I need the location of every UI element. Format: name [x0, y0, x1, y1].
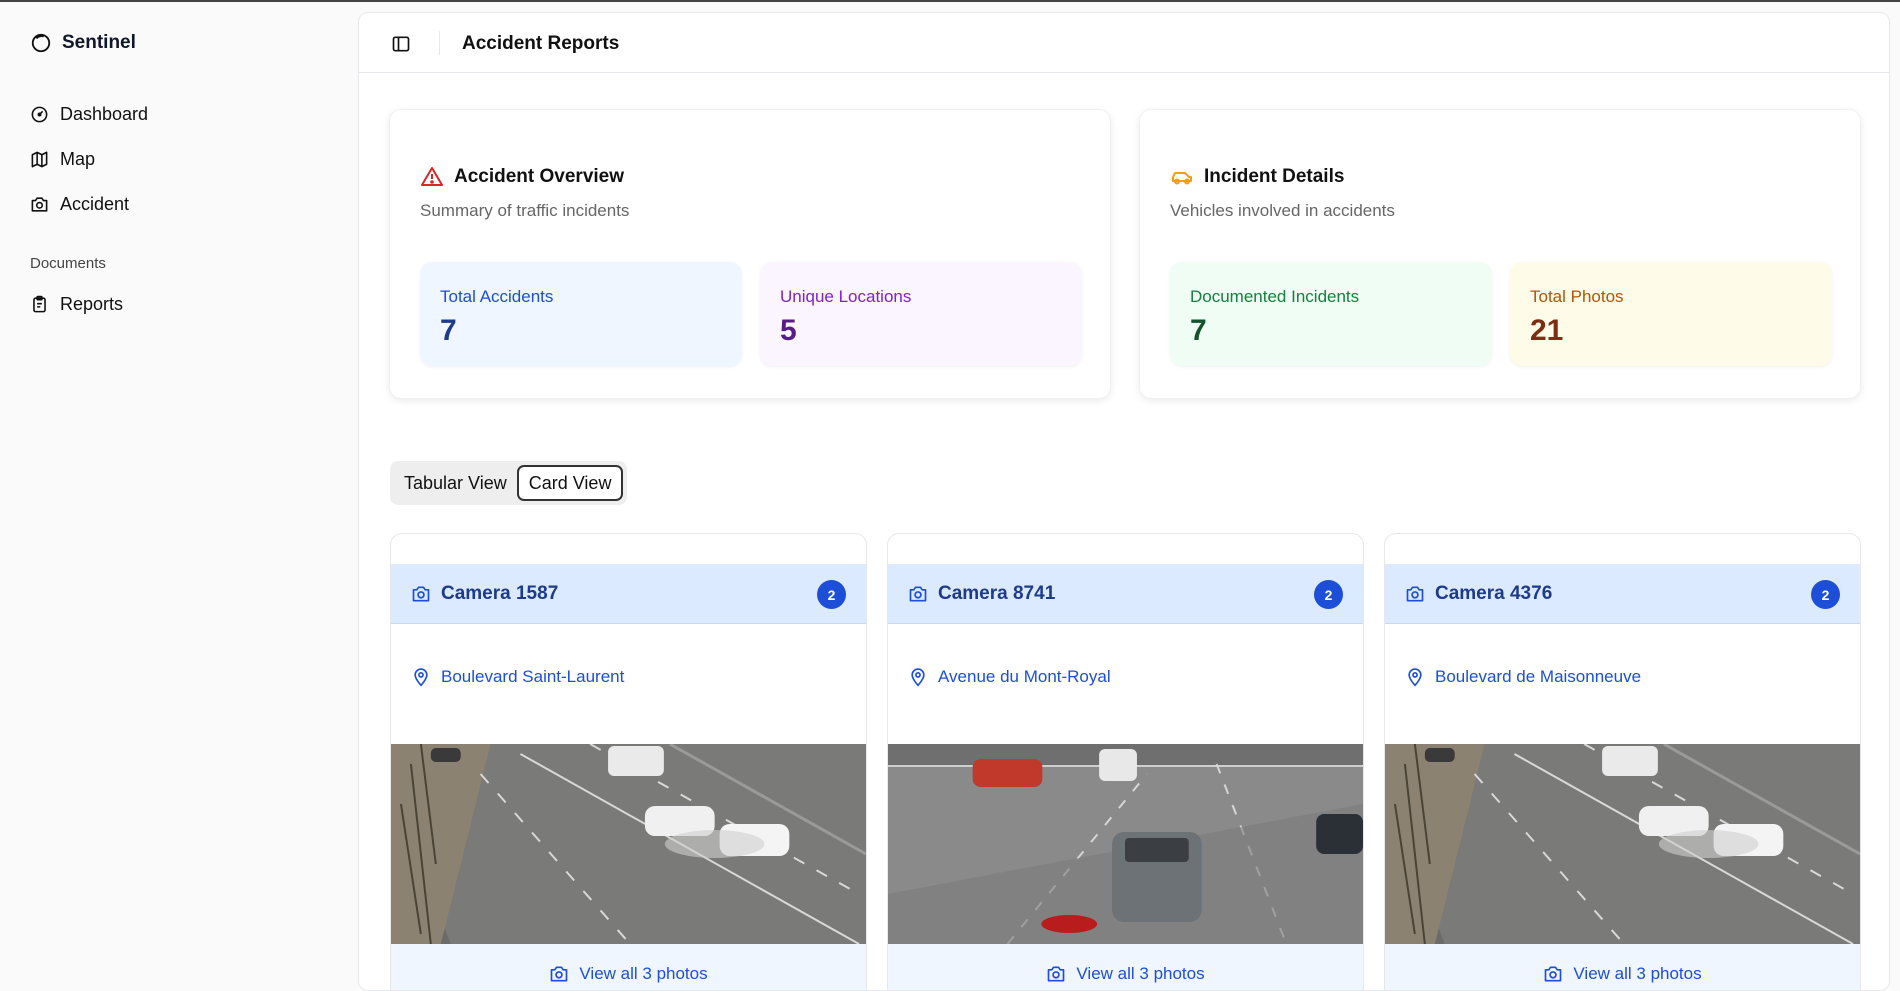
tile-label: Unique Locations: [780, 287, 912, 306]
page-header: Accident Reports: [359, 13, 1889, 73]
documents-section-label: Documents: [30, 255, 106, 272]
view-all-photos-text: View all 3 photos: [1573, 964, 1702, 983]
map-pin-icon: [1408, 668, 1422, 687]
sidebar-item-map[interactable]: Map: [30, 137, 148, 182]
accident-overview-card: Accident Overview Summary of traffic inc…: [389, 109, 1111, 399]
view-all-photos-text: View all 3 photos: [579, 964, 708, 983]
accident-overview-subtitle: Summary of traffic incidents: [420, 201, 630, 220]
camera-icon: [1406, 586, 1424, 602]
incident-details-card: Incident Details Vehicles involved in ac…: [1139, 109, 1861, 399]
camera-location: Boulevard Saint-Laurent: [411, 667, 624, 687]
camera-card[interactable]: Camera 8741 2 Avenue du Mont-Royal View …: [887, 533, 1364, 990]
documents-nav: Reports: [30, 282, 123, 327]
sidebar-item-label: Reports: [60, 294, 124, 314]
tile-value: 7: [1190, 314, 1207, 347]
car-icon: [1172, 172, 1192, 185]
incident-count-badge: 2: [1811, 580, 1840, 609]
accident-photo[interactable]: [1385, 744, 1860, 944]
camera-icon: [1048, 966, 1065, 982]
camera-icon: [412, 586, 430, 602]
view-all-photos-text: View all 3 photos: [1076, 964, 1205, 983]
camera-icon: [551, 966, 568, 982]
total-photos-tile: Total Photos 21: [1510, 262, 1832, 366]
sidebar-toggle-icon[interactable]: [391, 34, 411, 54]
sidebar-item-dashboard[interactable]: Dashboard: [30, 92, 148, 137]
card-title-text: Incident Details: [1204, 166, 1345, 187]
documented-incidents-tile: Documented Incidents 7: [1170, 262, 1492, 366]
incident-details-subtitle: Vehicles involved in accidents: [1170, 201, 1395, 220]
clipboard-icon: [33, 295, 46, 313]
sidebar-item-reports[interactable]: Reports: [30, 282, 123, 327]
tile-value: 5: [780, 314, 797, 347]
view-all-photos-link[interactable]: View all 3 photos: [391, 944, 866, 990]
tile-label: Documented Incidents: [1190, 287, 1360, 306]
camera-location: Avenue du Mont-Royal: [908, 667, 1111, 687]
tile-value: 7: [440, 314, 457, 347]
camera-icon: [31, 197, 48, 212]
camera-card-header: Camera 4376 2: [1385, 564, 1860, 624]
accident-photo[interactable]: [391, 744, 866, 944]
camera-location: Boulevard de Maisonneuve: [1405, 667, 1641, 687]
map-pin-icon: [911, 668, 925, 687]
view-toggle: Tabular View Card View: [390, 461, 628, 505]
sidebar-item-label: Dashboard: [60, 104, 149, 124]
camera-card-header: Camera 1587 2: [391, 564, 866, 624]
incident-details-title: Incident Details: [1170, 165, 1344, 189]
warning-triangle-icon: [421, 167, 443, 186]
main-panel: Accident Reports Accident Overview Summa…: [358, 12, 1890, 991]
camera-card[interactable]: Camera 4376 2 Boulevard de Maisonneuve V…: [1384, 533, 1861, 990]
tab-tabular-view[interactable]: Tabular View: [394, 465, 517, 501]
camera-card-header: Camera 8741 2: [888, 564, 1363, 624]
sidebar-item-accident[interactable]: Accident: [30, 182, 148, 227]
brand[interactable]: Sentinel: [30, 32, 136, 54]
tile-label: Total Accidents: [440, 287, 554, 306]
accident-overview-title: Accident Overview: [420, 165, 624, 189]
unique-locations-tile: Unique Locations 5: [760, 262, 1082, 366]
view-all-photos-link[interactable]: View all 3 photos: [1385, 944, 1860, 990]
location-text: Boulevard Saint-Laurent: [441, 667, 625, 686]
camera-title: Camera 4376: [1435, 583, 1553, 604]
sidebar: Sentinel Dashboard Map Accident Document…: [0, 2, 357, 991]
header-divider: [439, 31, 440, 55]
card-title-text: Accident Overview: [454, 166, 625, 187]
location-text: Boulevard de Maisonneuve: [1435, 667, 1642, 686]
page-title: Accident Reports: [462, 33, 620, 54]
accident-photo[interactable]: [888, 744, 1363, 944]
view-all-photos-link[interactable]: View all 3 photos: [888, 944, 1363, 990]
tile-label: Total Photos: [1530, 287, 1624, 306]
gauge-icon: [31, 106, 48, 123]
brand-name: Sentinel: [62, 32, 136, 53]
tab-card-view[interactable]: Card View: [516, 465, 624, 501]
tile-value: 21: [1530, 314, 1564, 347]
location-text: Avenue du Mont-Royal: [938, 667, 1111, 686]
map-pin-icon: [414, 668, 428, 687]
camera-title: Camera 8741: [938, 583, 1056, 604]
sentinel-logo-icon: [31, 33, 51, 53]
total-accidents-tile: Total Accidents 7: [420, 262, 742, 366]
incident-count-badge: 2: [1314, 580, 1343, 609]
camera-icon: [1545, 966, 1562, 982]
camera-card[interactable]: Camera 1587 2 Boulevard Saint-Laurent Vi…: [390, 533, 867, 990]
sidebar-item-label: Accident: [60, 194, 130, 214]
sidebar-nav: Dashboard Map Accident: [30, 92, 148, 227]
incident-count-badge: 2: [817, 580, 846, 609]
camera-title: Camera 1587: [441, 583, 559, 604]
camera-icon: [909, 586, 927, 602]
sidebar-item-label: Map: [60, 149, 96, 169]
map-icon: [31, 151, 48, 168]
